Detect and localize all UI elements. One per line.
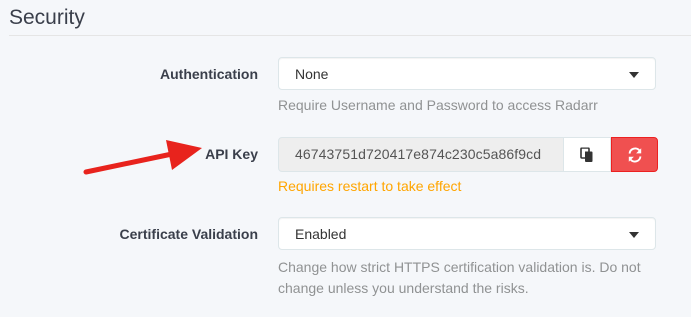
annotation-arrow xyxy=(83,140,202,175)
